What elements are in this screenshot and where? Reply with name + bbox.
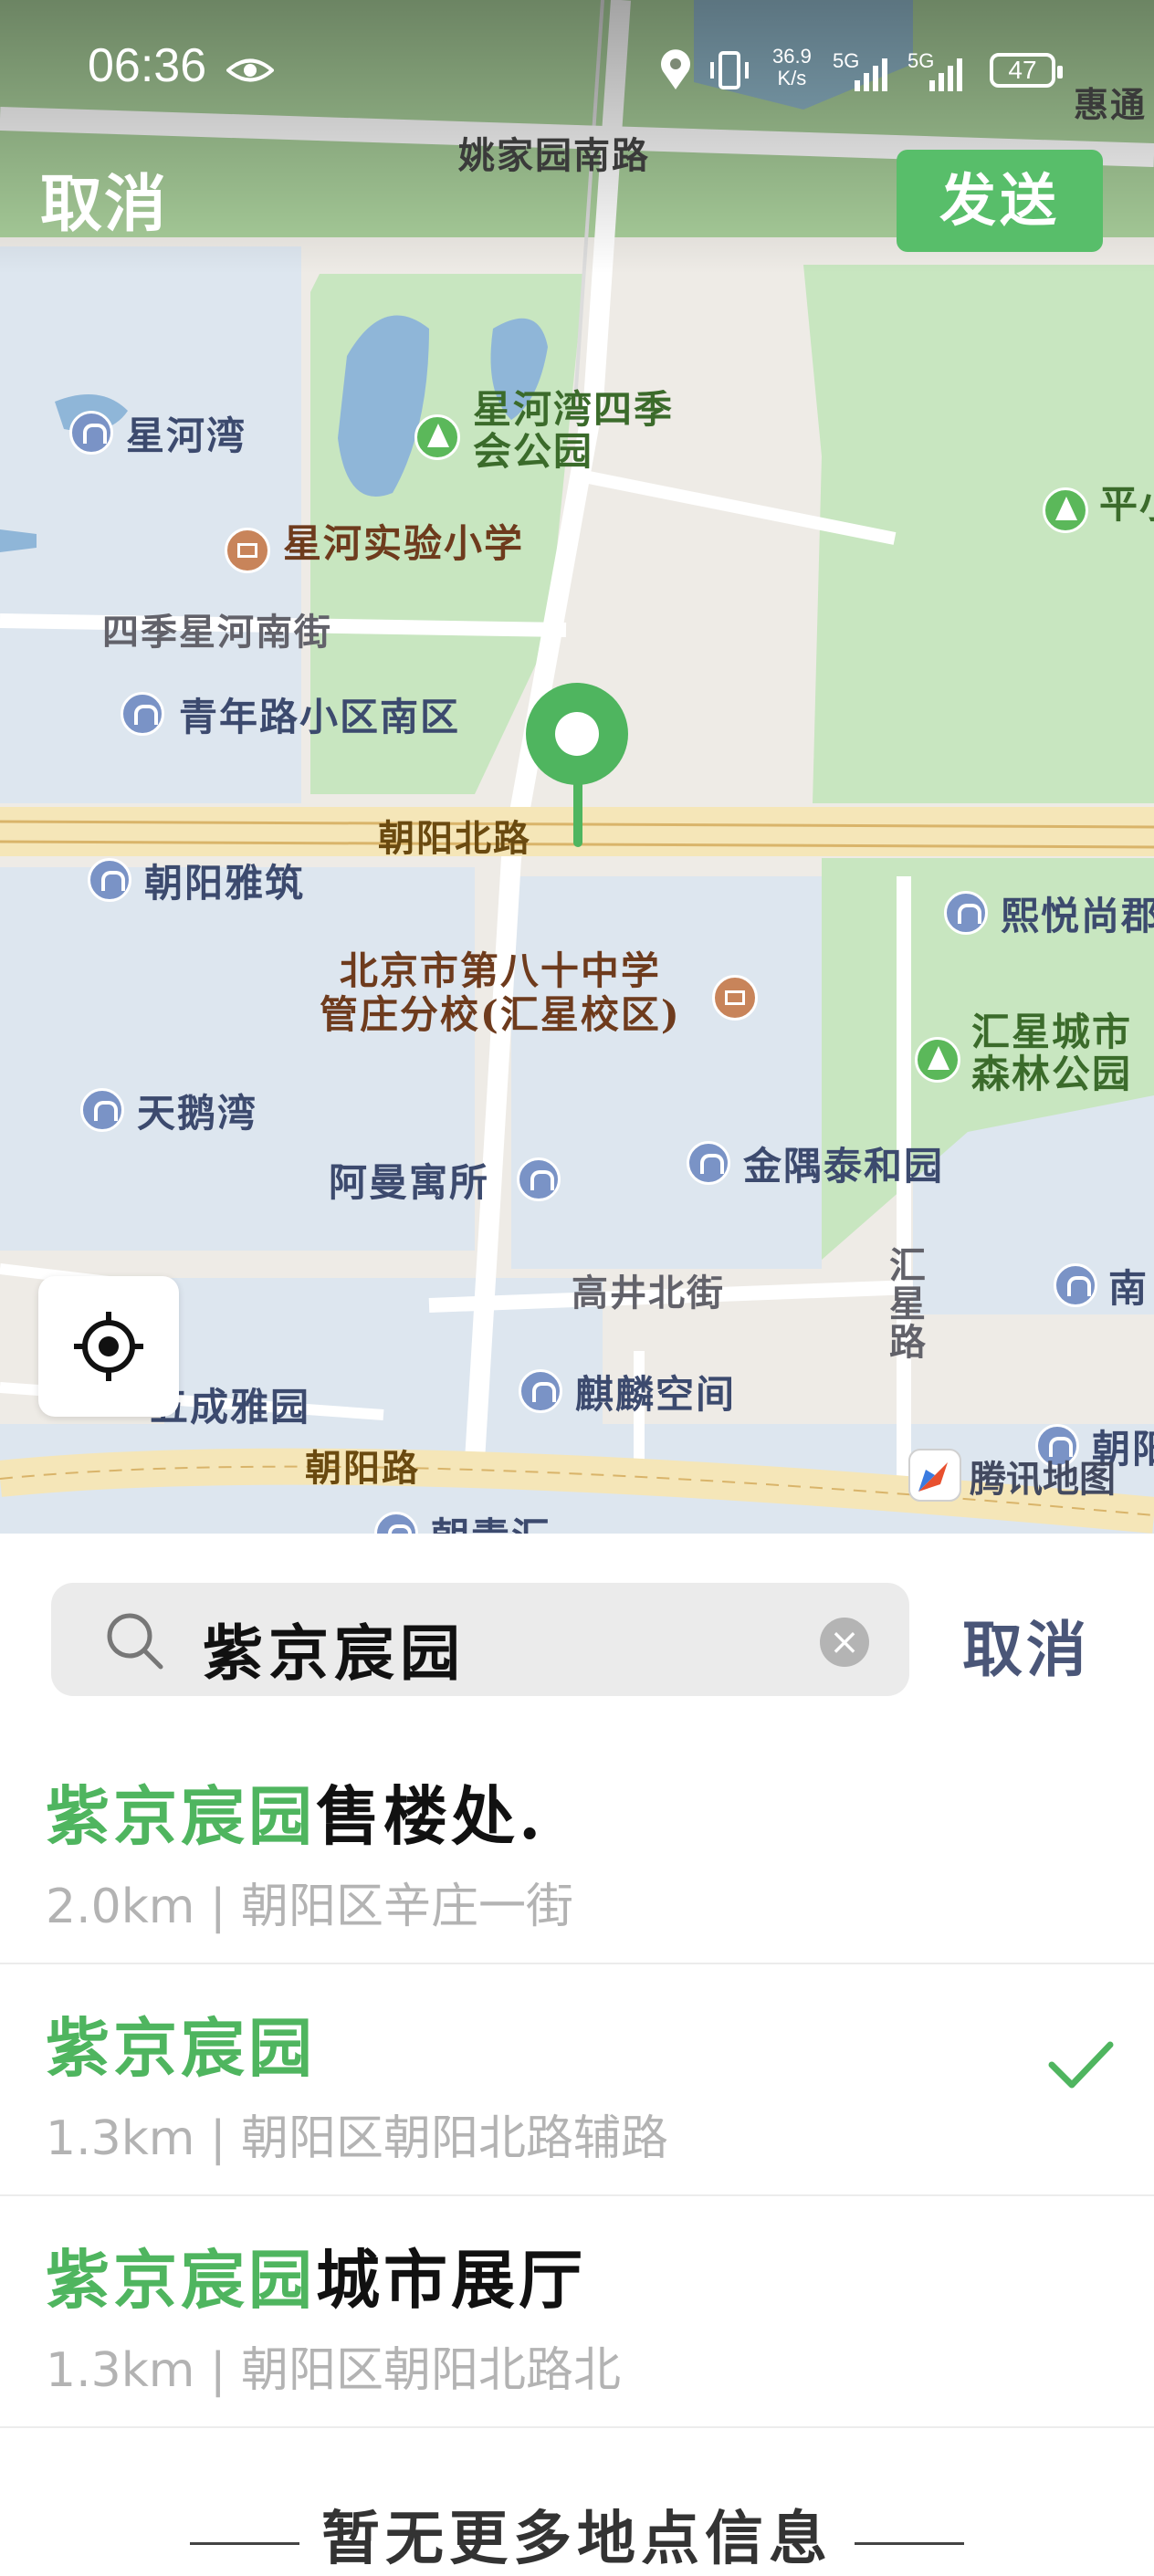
map-label-school-80[interactable]: 北京市第八十中学 管庄分校(汇星校区) xyxy=(320,949,681,1037)
no-more-results-text: 暂无更多地点信息 xyxy=(321,2505,833,2573)
map-label-park-huixing[interactable]: 汇星城市 森林公园 xyxy=(971,1011,1132,1095)
result-title-highlight: 紫京宸园 xyxy=(46,2010,316,2086)
map-label-xinghewan[interactable]: 星河湾 xyxy=(126,405,247,461)
result-item-selected[interactable]: 紫京宸园 1.3km | 朝阳区朝阳北路辅路 xyxy=(0,1964,1154,2196)
result-item[interactable]: 紫京宸园售楼处. 2.0km | 朝阳区辛庄一街 xyxy=(0,1733,1154,1964)
location-status-icon xyxy=(661,49,690,89)
map-label-nan[interactable]: 南 xyxy=(1108,1258,1149,1314)
result-title: 紫京宸园售楼处. xyxy=(46,1765,544,1858)
result-title-highlight: 紫京宸园 xyxy=(46,1778,316,1854)
residential-pin-icon xyxy=(944,891,988,935)
map-label-ping[interactable]: 平小 xyxy=(1099,484,1154,526)
clear-icon[interactable]: × xyxy=(820,1618,869,1667)
map-label-qilin[interactable]: 麒麟空间 xyxy=(575,1364,736,1419)
divider xyxy=(190,2542,299,2545)
result-title: 紫京宸园 xyxy=(46,1997,316,2089)
map-label-chaoyanglu: 朝阳路 xyxy=(305,1447,420,1490)
vibrate-icon xyxy=(710,51,749,89)
map-label-street-siji: 四季星河南街 xyxy=(102,611,332,654)
map-label-chaoyang-north-road: 朝阳北路 xyxy=(378,817,531,860)
result-meta: 2.0km | 朝阳区辛庄一街 xyxy=(46,1880,574,1934)
residential-pin-icon xyxy=(121,692,164,736)
residential-pin-icon xyxy=(69,411,113,455)
divider xyxy=(855,2542,964,2545)
map-label-xiyue[interactable]: 熙悦尚郡 xyxy=(1001,885,1154,941)
locate-icon xyxy=(74,1312,143,1381)
no-more-results-note: 暂无更多地点信息 xyxy=(0,2492,1154,2576)
residential-pin-icon xyxy=(687,1141,730,1185)
result-title-rest: 城市展厅 xyxy=(316,2242,586,2318)
residential-pin-icon xyxy=(1054,1263,1097,1307)
map-label-chaoyang-yazhu[interactable]: 朝阳雅筑 xyxy=(144,853,305,908)
school-pin-icon xyxy=(712,975,758,1021)
net-speed: 36.9 K/s xyxy=(772,46,812,89)
status-time: 06:36 xyxy=(88,39,207,92)
result-meta: 1.3km | 朝阳区朝阳北路辅路 xyxy=(46,2111,669,2166)
tencent-map-logo-icon xyxy=(908,1449,961,1502)
map-label-qingnianlu[interactable]: 青年路小区南区 xyxy=(179,686,460,742)
residential-pin-icon xyxy=(88,858,131,902)
map-label-school-xinghe[interactable]: 星河实验小学 xyxy=(283,522,524,566)
net-speed-value: 36.9 xyxy=(772,45,812,68)
cancel-search-button[interactable]: 取消 xyxy=(962,1601,1090,1689)
cancel-button[interactable]: 取消 xyxy=(40,153,168,244)
result-title-rest: 售楼处. xyxy=(316,1778,545,1854)
park-pin-icon xyxy=(1043,487,1088,533)
school-pin-icon xyxy=(225,528,270,573)
search-query[interactable]: 紫京宸园 xyxy=(203,1605,466,1692)
park-pin-icon xyxy=(915,1037,960,1083)
map-label-chaoqing[interactable]: 朝青汇 xyxy=(431,1506,551,1534)
residential-pin-icon xyxy=(80,1088,124,1132)
search-icon xyxy=(107,1613,163,1670)
signal-bars-icon xyxy=(929,58,962,91)
search-input[interactable]: 紫京宸园 × xyxy=(51,1583,909,1696)
signal-bars-icon xyxy=(855,58,887,91)
eye-icon xyxy=(226,58,274,82)
result-title: 紫京宸园城市展厅 xyxy=(46,2229,586,2321)
map-label-jinyu[interactable]: 金隅泰和园 xyxy=(743,1136,944,1191)
residential-pin-icon xyxy=(517,1157,561,1201)
residential-pin-icon xyxy=(519,1369,562,1413)
tencent-map-brand: 腾讯地图 xyxy=(970,1459,1116,1501)
map-label-amanyu[interactable]: 阿曼寓所 xyxy=(329,1152,489,1208)
search-panel: 紫京宸园 × 取消 紫京宸园售楼处. 2.0km | 朝阳区辛庄一街 紫京宸园 … xyxy=(0,1534,1154,2573)
map-label-park-siji[interactable]: 星河湾四季 会公园 xyxy=(473,389,674,473)
map-label-huixinglu: 汇 星 路 xyxy=(889,1244,928,1364)
status-bar: 06:36 36.9 K/s 5G 5G 47 xyxy=(0,0,1154,146)
park-pin-icon xyxy=(414,414,460,460)
map-label-tianewan[interactable]: 天鹅湾 xyxy=(137,1083,257,1138)
location-pin-icon xyxy=(526,683,628,847)
battery-icon: 47 xyxy=(990,53,1063,88)
checkmark-icon xyxy=(1048,2041,1114,2089)
map-label-gaojing: 高井北街 xyxy=(572,1272,725,1314)
result-title-highlight: 紫京宸园 xyxy=(46,2242,316,2318)
result-item[interactable]: 紫京宸园城市展厅 1.3km | 朝阳区朝阳北路北 xyxy=(0,2196,1154,2428)
locate-button[interactable] xyxy=(38,1276,179,1417)
send-button[interactable]: 发送 xyxy=(897,150,1103,252)
net-speed-unit: K/s xyxy=(777,67,807,89)
result-meta: 1.3km | 朝阳区朝阳北路北 xyxy=(46,2343,622,2398)
